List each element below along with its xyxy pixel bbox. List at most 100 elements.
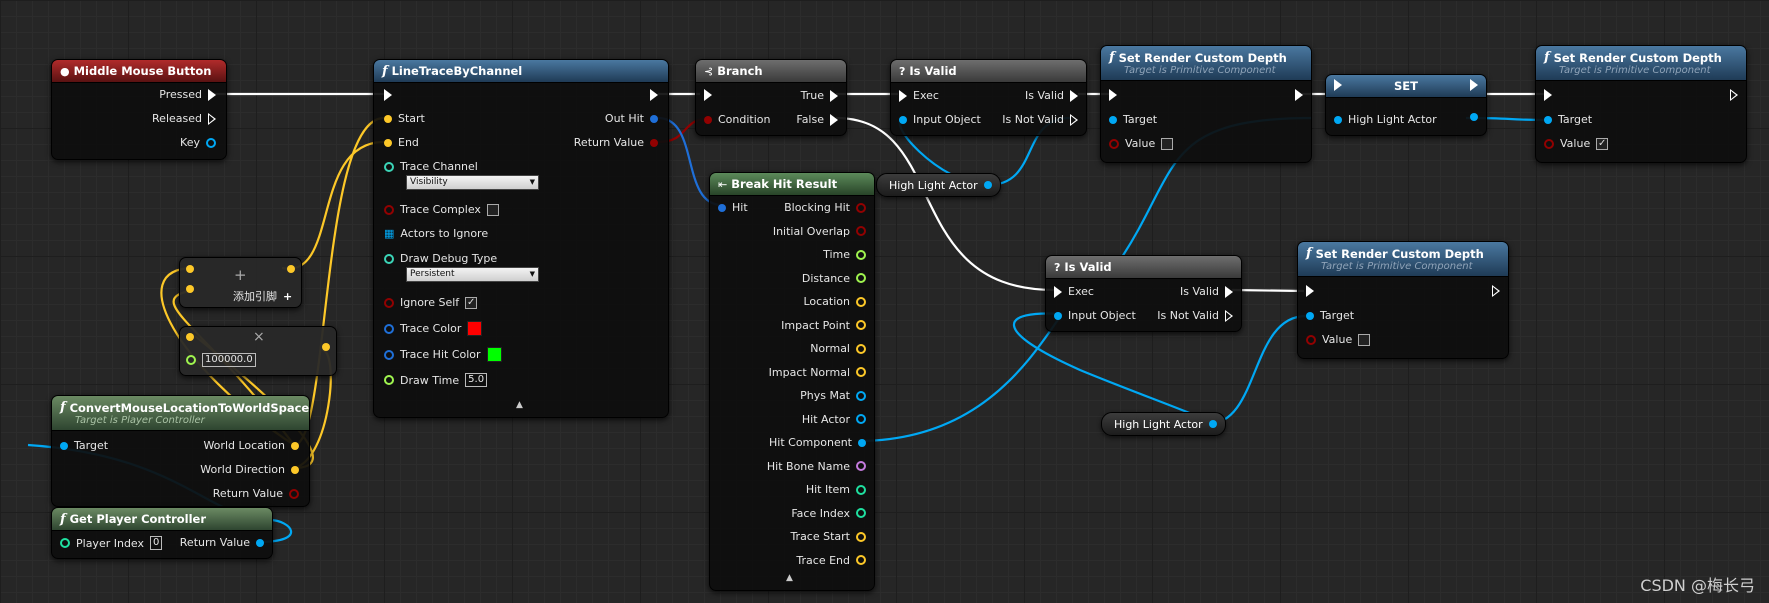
trace-complex-pin[interactable]: Trace Complex — [384, 203, 499, 216]
set-render-custom-depth-node[interactable]: f Set Render Custom Depth Target is Primit… — [1535, 45, 1747, 163]
exec-pin-icon[interactable] — [1334, 79, 1342, 91]
break-output-pin[interactable]: Hit Item — [806, 483, 866, 496]
exec-pin-icon[interactable] — [208, 112, 216, 125]
break-output-pin[interactable]: Impact Point — [781, 319, 866, 332]
break-hit-result-node[interactable]: ⇤ Break Hit Result Hit Blocking Hit Initia… — [709, 172, 875, 591]
exec-pin-icon[interactable] — [830, 113, 838, 126]
object-pin-icon[interactable] — [1470, 113, 1478, 121]
output-pin-icon[interactable] — [856, 484, 866, 495]
world-location-pin[interactable]: World Location — [203, 439, 299, 452]
vector-pin-icon[interactable] — [186, 333, 194, 341]
output-pin-icon[interactable] — [856, 273, 866, 283]
bool-pin-icon[interactable] — [1109, 138, 1119, 149]
value-checkbox[interactable] — [1358, 333, 1371, 346]
exec-in-pin[interactable] — [1109, 89, 1117, 101]
exec-in-pin[interactable] — [1544, 89, 1552, 101]
int-pin-icon[interactable] — [60, 538, 70, 548]
player-index-pin[interactable]: Player Index 0 — [60, 536, 163, 550]
break-output-pin[interactable]: Face Index — [791, 507, 866, 520]
struct-pin-icon[interactable] — [384, 349, 394, 360]
array-pin-icon[interactable]: ▦ — [384, 227, 394, 240]
exec-out-pin[interactable] — [1470, 79, 1478, 91]
start-pin[interactable]: Start — [384, 112, 425, 125]
output-pin-icon[interactable] — [856, 531, 866, 542]
exec-in-pin[interactable] — [1306, 285, 1314, 297]
exec-pin-icon[interactable] — [1054, 285, 1062, 298]
break-output-pin[interactable]: Location — [803, 295, 866, 308]
break-output-pin[interactable]: Trace End — [796, 554, 866, 567]
get-player-controller-node[interactable]: f Get Player Controller Player Index 0 Ret… — [51, 507, 273, 559]
exec-in-pin[interactable] — [1334, 79, 1342, 91]
exec-pin-icon[interactable] — [1730, 89, 1738, 101]
collapse-arrow-icon[interactable]: ▲ — [786, 573, 793, 583]
bool-pin-icon[interactable] — [289, 488, 299, 499]
output-pin-icon[interactable] — [856, 508, 866, 518]
exec-in-pin[interactable] — [704, 89, 712, 101]
return-value-pin[interactable]: Return Value — [213, 487, 299, 500]
output-pin-icon[interactable] — [856, 367, 866, 377]
exec-out-pin[interactable] — [1295, 89, 1303, 101]
is-not-valid-pin[interactable]: Is Not Valid — [1157, 309, 1233, 322]
set-variable-node[interactable]: SET High Light Actor — [1325, 74, 1487, 136]
object-pin-icon[interactable] — [1208, 420, 1217, 428]
break-output-pin[interactable]: Initial Overlap — [773, 225, 866, 238]
break-output-pin[interactable]: Normal — [810, 342, 866, 355]
break-output-pin[interactable]: Hit Actor — [802, 413, 866, 426]
break-output-pin[interactable]: Blocking Hit — [784, 201, 866, 214]
exec-in-pin[interactable]: Exec — [899, 89, 939, 102]
value-pin[interactable]: Value — [1109, 137, 1174, 150]
exec-pin-icon[interactable] — [899, 89, 907, 102]
set-render-custom-depth-node[interactable]: f Set Render Custom Depth Target is Primit… — [1100, 45, 1312, 163]
struct-pin-icon[interactable] — [206, 137, 216, 148]
vector-pin-icon[interactable] — [384, 114, 392, 123]
convert-mouse-location-node[interactable]: f ConvertMouseLocationToWorldSpace Target … — [51, 395, 310, 507]
high-light-actor-variable[interactable]: High Light Actor — [1101, 412, 1226, 436]
condition-pin[interactable]: Condition — [704, 113, 771, 126]
object-pin-icon[interactable] — [1054, 311, 1062, 320]
bool-pin-icon[interactable] — [384, 204, 394, 215]
struct-pin-icon[interactable] — [384, 323, 394, 334]
exec-pin-icon[interactable] — [704, 89, 712, 101]
false-pin[interactable]: False — [796, 113, 838, 126]
output-pin-icon[interactable] — [856, 296, 866, 307]
object-pin-icon[interactable] — [60, 441, 68, 450]
vector-pin-icon[interactable] — [322, 343, 330, 351]
object-pin-icon[interactable] — [256, 538, 264, 547]
float-pin-icon[interactable] — [384, 375, 394, 385]
break-output-pin[interactable]: Time — [823, 248, 866, 261]
trace-color-pin[interactable]: Trace Color — [384, 321, 483, 336]
trace-complex-checkbox[interactable] — [486, 203, 499, 216]
true-pin[interactable]: True — [801, 89, 838, 102]
object-pin-icon[interactable] — [1334, 115, 1342, 124]
exec-in-pin[interactable] — [384, 89, 392, 101]
add-vector-node[interactable]: + 添加引脚 + — [179, 257, 302, 308]
exec-pin-icon[interactable] — [208, 88, 216, 101]
exec-out-pin[interactable] — [650, 89, 658, 101]
exec-pin-icon[interactable] — [1470, 79, 1478, 91]
exec-in-pin[interactable]: Exec — [1054, 285, 1094, 298]
is-valid-node[interactable]: ? Is Valid Exec Is Valid Input Object Is … — [1045, 255, 1242, 332]
object-pin-icon[interactable] — [1544, 115, 1552, 124]
bool-pin-icon[interactable] — [650, 138, 658, 147]
target-pin[interactable]: Target — [1306, 309, 1354, 322]
draw-time-input[interactable]: 5.0 — [465, 373, 488, 387]
exec-out-pin[interactable] — [1730, 89, 1738, 101]
exec-pin-icon[interactable] — [1109, 89, 1117, 101]
is-not-valid-pin[interactable]: Is Not Valid — [1002, 113, 1078, 126]
collapse-arrow-icon[interactable]: ▲ — [516, 400, 523, 410]
vector-pin-icon[interactable] — [291, 441, 299, 450]
exec-pin-icon[interactable] — [830, 89, 838, 102]
target-pin[interactable]: Target — [1544, 113, 1592, 126]
return-value-pin[interactable]: Return Value — [574, 136, 658, 149]
output-pin-icon[interactable] — [856, 390, 866, 401]
end-pin[interactable]: End — [384, 136, 419, 149]
break-output-pin[interactable]: Distance — [802, 272, 866, 285]
ignore-self-checkbox[interactable]: ✓ — [465, 296, 478, 309]
vector-pin-icon[interactable] — [186, 265, 194, 273]
exec-pin-icon[interactable] — [1070, 113, 1078, 126]
draw-debug-type-pin[interactable]: Draw Debug Type — [384, 252, 497, 265]
bool-pin-icon[interactable] — [384, 297, 394, 308]
trace-hit-color-swatch[interactable] — [486, 347, 502, 362]
out-hit-pin[interactable]: Out Hit — [605, 112, 658, 125]
middle-mouse-button-node[interactable]: ● Middle Mouse Button Pressed Released Ke… — [51, 59, 227, 160]
